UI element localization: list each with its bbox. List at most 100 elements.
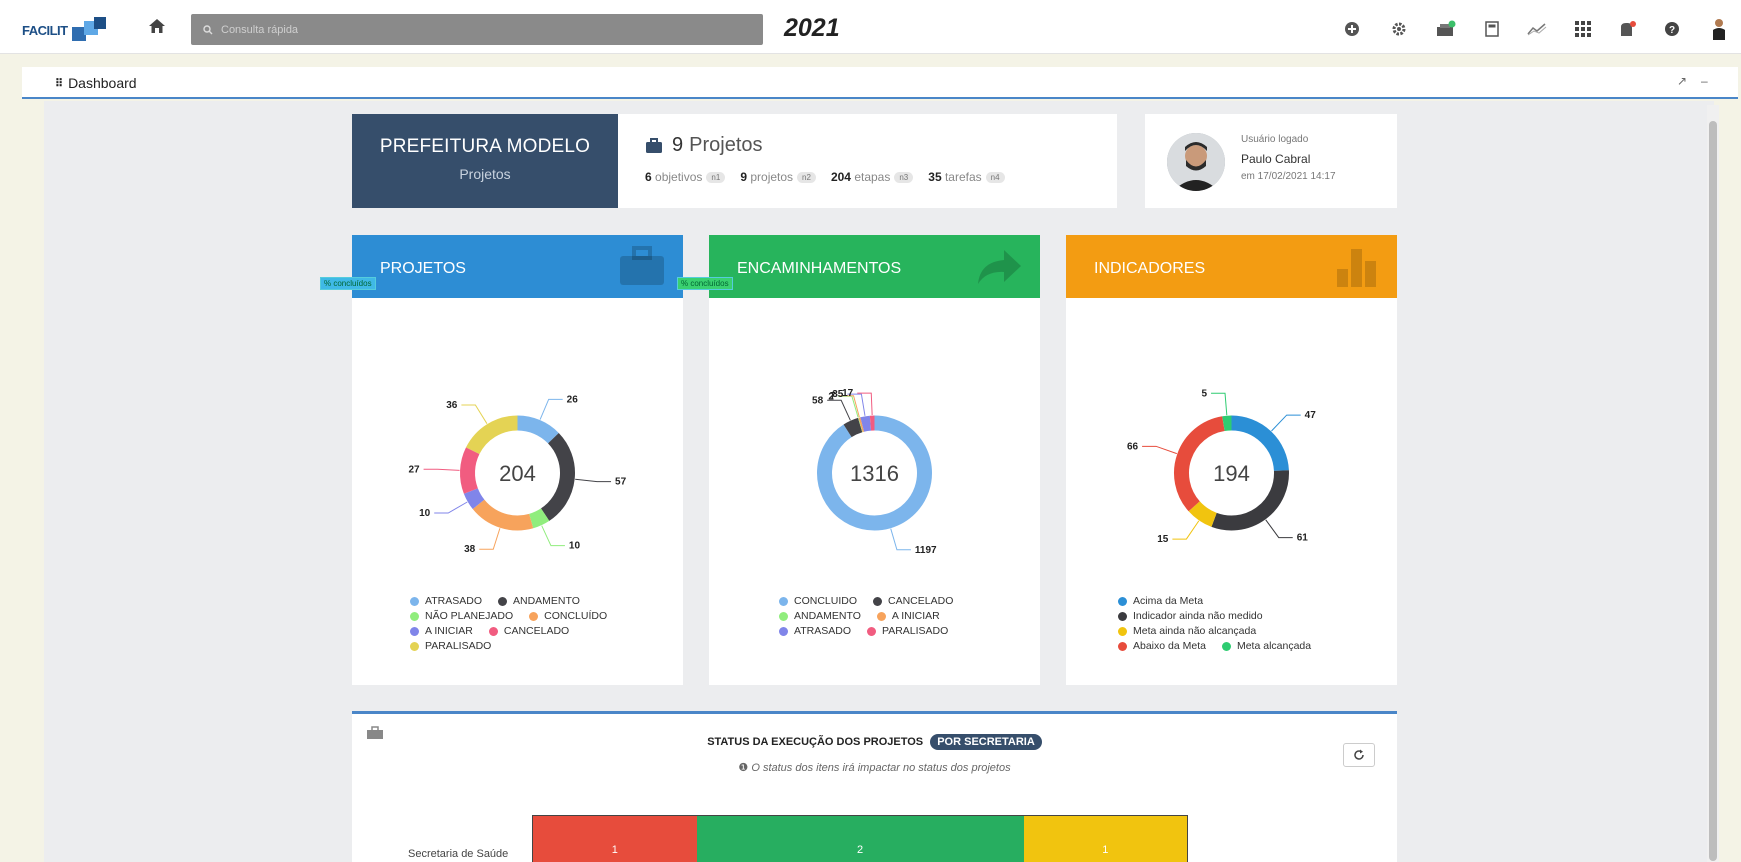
notification-icon[interactable]: [1617, 18, 1639, 40]
donut-slice[interactable]: [1188, 501, 1217, 527]
percent-done-tag[interactable]: % concluídos: [677, 277, 733, 290]
donut-slice[interactable]: [860, 415, 872, 432]
donut-slice[interactable]: [472, 499, 534, 531]
bar-segment[interactable]: 2: [696, 816, 1024, 862]
search-input[interactable]: [221, 23, 721, 36]
donut-slice[interactable]: [460, 447, 480, 494]
legend-item[interactable]: A INICIAR: [876, 610, 940, 622]
leader-line: [1211, 392, 1228, 416]
minimize-icon[interactable]: –: [1701, 74, 1708, 88]
legend-dot: [1118, 611, 1127, 621]
legend-row: Abaixo da Meta Meta alcançada: [1066, 640, 1397, 652]
data-label: 47: [1305, 410, 1317, 421]
legend-label: A INICIAR: [425, 625, 473, 637]
logo-text: FACILIT: [22, 22, 68, 38]
stat-objectives[interactable]: 6 objetivos n1: [645, 170, 726, 184]
app-logo[interactable]: FACILIT: [22, 14, 110, 46]
legend-dot: [1118, 626, 1127, 636]
legend-dot: [779, 596, 788, 606]
legend-item[interactable]: ATRASADO: [410, 595, 482, 607]
data-label: 57: [615, 477, 627, 488]
legend-item[interactable]: PARALISADO: [866, 625, 948, 637]
user-card: Usuário logado Paulo Cabral em 17/02/202…: [1145, 114, 1397, 208]
donut-slice[interactable]: [463, 488, 485, 510]
legend-item[interactable]: Meta ainda não alcançada: [1118, 625, 1256, 637]
legend-label: ATRASADO: [425, 595, 482, 607]
indicadores-card-header: INDICADORES: [1066, 235, 1397, 298]
calculator-icon[interactable]: [1481, 18, 1503, 40]
encaminhamentos-card: ENCAMINHAMENTOS % concluídos 1197 58 2 7 35 1…: [677, 235, 1040, 685]
legend-row: Acima da Meta: [1066, 595, 1397, 607]
legend-item[interactable]: Indicador ainda não medido: [1118, 610, 1263, 622]
data-label: 27: [408, 464, 420, 475]
legend-item[interactable]: PARALISADO: [410, 640, 491, 652]
legend-item[interactable]: CANCELADO: [488, 625, 569, 637]
legend-item[interactable]: A INICIAR: [410, 625, 473, 637]
user-label: Usuário logado: [1241, 134, 1309, 145]
legend-item[interactable]: NÃO PLANEJADO: [410, 610, 513, 622]
legend-item[interactable]: CANCELADO: [873, 595, 953, 607]
indicadores-donut-chart: 47 61 15 66 5 194: [1127, 388, 1317, 545]
year-label: 2021: [784, 14, 840, 42]
gear-icon[interactable]: [1388, 18, 1410, 40]
data-label: 61: [1297, 533, 1309, 544]
data-label: 15: [1157, 534, 1169, 545]
legend-label: ANDAMENTO: [512, 595, 580, 607]
quick-search[interactable]: [191, 14, 763, 45]
legend-item[interactable]: ANDAMENTO: [497, 595, 580, 607]
refresh-button[interactable]: [1343, 743, 1375, 767]
stat-projects[interactable]: 9 projetos n2: [740, 170, 816, 184]
stat-stages[interactable]: 204 etapas n3: [831, 170, 914, 184]
status-badge: POR SECRETARIA: [930, 734, 1042, 750]
scroll-thumb[interactable]: [1709, 121, 1717, 861]
donut-slice[interactable]: [843, 417, 863, 438]
legend-label: Meta alcançada: [1236, 640, 1312, 652]
data-label: 58: [812, 395, 824, 406]
data-label: 66: [1127, 441, 1139, 452]
legend-dot: [1118, 641, 1127, 651]
stat-tasks[interactable]: 35 tarefas n4: [928, 170, 1005, 184]
legend-item[interactable]: ATRASADO: [779, 625, 851, 637]
bar-segment[interactable]: 1: [533, 816, 697, 862]
legend-label: Meta ainda não alcançada: [1133, 625, 1257, 637]
legend-item[interactable]: CONCLUÍDO: [529, 610, 607, 622]
grid-icon[interactable]: [1572, 18, 1594, 40]
legend-item[interactable]: Meta alcançada: [1221, 640, 1312, 652]
legend-item[interactable]: ANDAMENTO: [779, 610, 861, 622]
legend-row: Meta ainda não alcançada: [1066, 625, 1397, 637]
bar-segment[interactable]: 1: [1023, 816, 1187, 862]
donut-slice[interactable]: [540, 432, 575, 521]
leader-line: [575, 478, 612, 483]
user-icon[interactable]: [1708, 18, 1730, 40]
vertical-scrollbar[interactable]: [1707, 105, 1719, 862]
donut-slice[interactable]: [1222, 415, 1232, 432]
legend-row: A INICIAR CANCELADO: [352, 625, 683, 637]
legend-dot: [876, 611, 886, 621]
donut-slice[interactable]: [466, 415, 518, 455]
info-icon: ❶: [738, 762, 749, 774]
status-title-text: STATUS DA EXECUÇÃO DOS PROJETOS: [707, 736, 924, 748]
home-icon[interactable]: [148, 17, 170, 39]
external-link-icon[interactable]: ↗: [1677, 74, 1687, 88]
help-icon[interactable]: ?: [1661, 18, 1683, 40]
legend-label: ATRASADO: [794, 625, 851, 637]
avatar[interactable]: [1167, 133, 1225, 191]
donut-slice[interactable]: [517, 415, 559, 444]
status-panel: STATUS DA EXECUÇÃO DOS PROJETOS POR SECR…: [352, 711, 1397, 862]
legend-dot: [1118, 596, 1127, 606]
plus-circle-icon[interactable]: [1341, 18, 1363, 40]
legend-dot: [410, 611, 419, 621]
projects-count-value: 9: [672, 134, 684, 156]
trend-icon[interactable]: [1526, 18, 1548, 40]
legend-item[interactable]: Abaixo da Meta: [1118, 640, 1206, 652]
projetos-card-header: PROJETOS % concluídos: [320, 235, 683, 298]
donut-slice[interactable]: [528, 508, 550, 529]
leader-line: [1172, 520, 1200, 540]
legend-item[interactable]: CONCLUIDO: [779, 595, 857, 607]
inbox-icon[interactable]: [1435, 18, 1457, 40]
percent-done-tag[interactable]: % concluídos: [320, 277, 376, 290]
leader-line: [461, 404, 488, 424]
org-name: PREFEITURA MODELO: [379, 136, 591, 157]
user-name: Paulo Cabral: [1241, 152, 1311, 166]
legend-item[interactable]: Acima da Meta: [1118, 595, 1203, 607]
